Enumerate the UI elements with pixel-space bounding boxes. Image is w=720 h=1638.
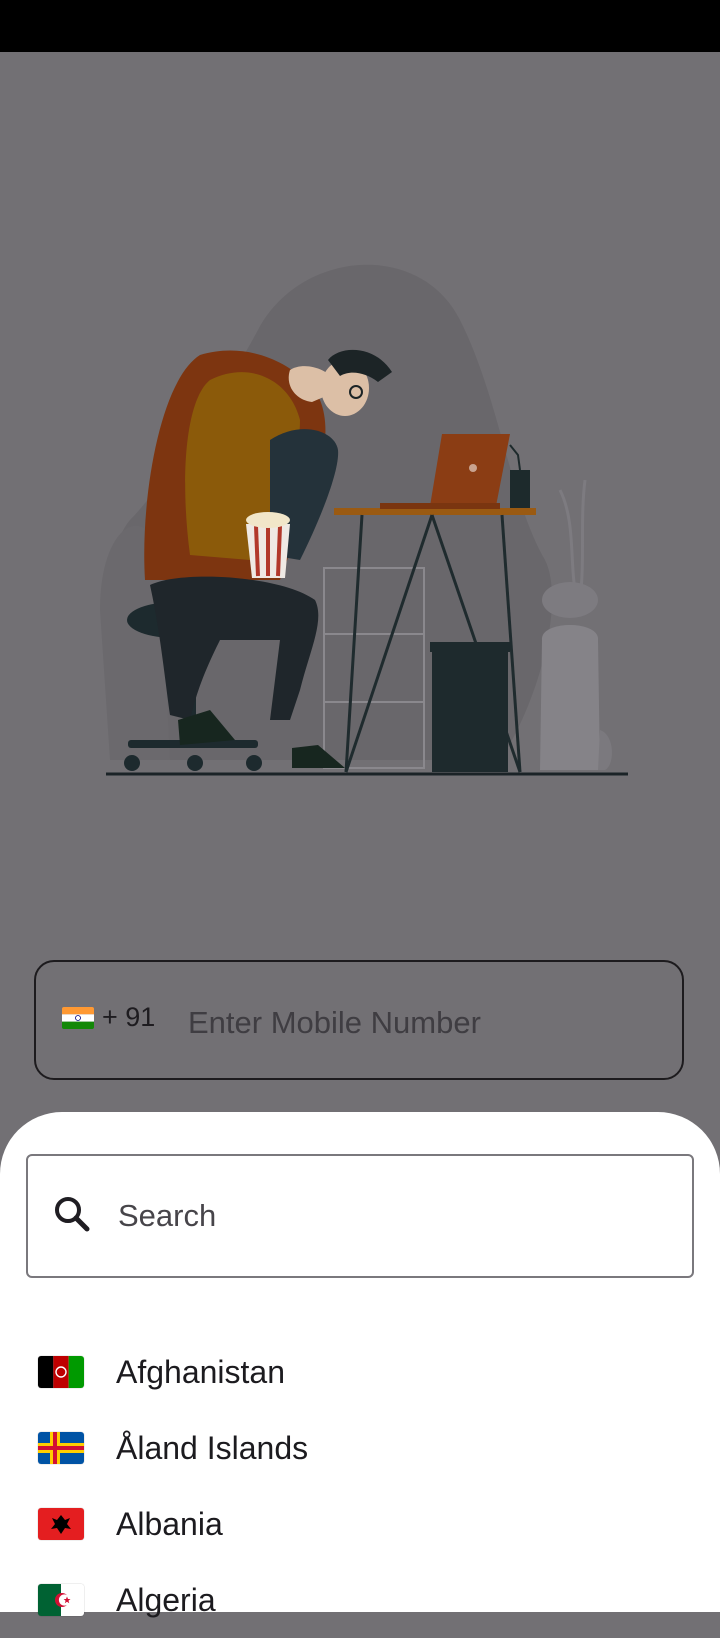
search-placeholder: Search	[118, 1198, 217, 1233]
afghanistan-flag-icon	[38, 1356, 84, 1388]
dial-code[interactable]: + 91	[102, 1002, 155, 1033]
mobile-number-field[interactable]: + 91 Enter Mobile Number	[34, 960, 684, 1080]
country-picker-sheet: Search Afghanistan Åland Islands Albania…	[0, 1112, 720, 1618]
country-item-albania[interactable]: Albania	[0, 1486, 720, 1562]
mobile-number-placeholder[interactable]: Enter Mobile Number	[188, 1005, 481, 1041]
country-item-afghanistan[interactable]: Afghanistan	[0, 1334, 720, 1410]
country-item-aland-islands[interactable]: Åland Islands	[0, 1410, 720, 1486]
aland-islands-flag-icon	[38, 1432, 84, 1464]
albania-flag-icon	[38, 1508, 84, 1540]
country-name: Algeria	[116, 1582, 216, 1618]
person-working-illustration	[100, 264, 628, 776]
country-name: Åland Islands	[116, 1430, 309, 1466]
india-flag-icon[interactable]	[62, 1007, 94, 1029]
country-name: Afghanistan	[116, 1354, 286, 1390]
status-bar	[0, 0, 720, 52]
country-item-algeria[interactable]: Algeria	[0, 1562, 720, 1638]
country-search-input[interactable]: Search	[26, 1154, 694, 1278]
country-name: Albania	[116, 1506, 223, 1542]
algeria-flag-icon	[38, 1584, 84, 1616]
search-icon	[52, 1194, 92, 1234]
